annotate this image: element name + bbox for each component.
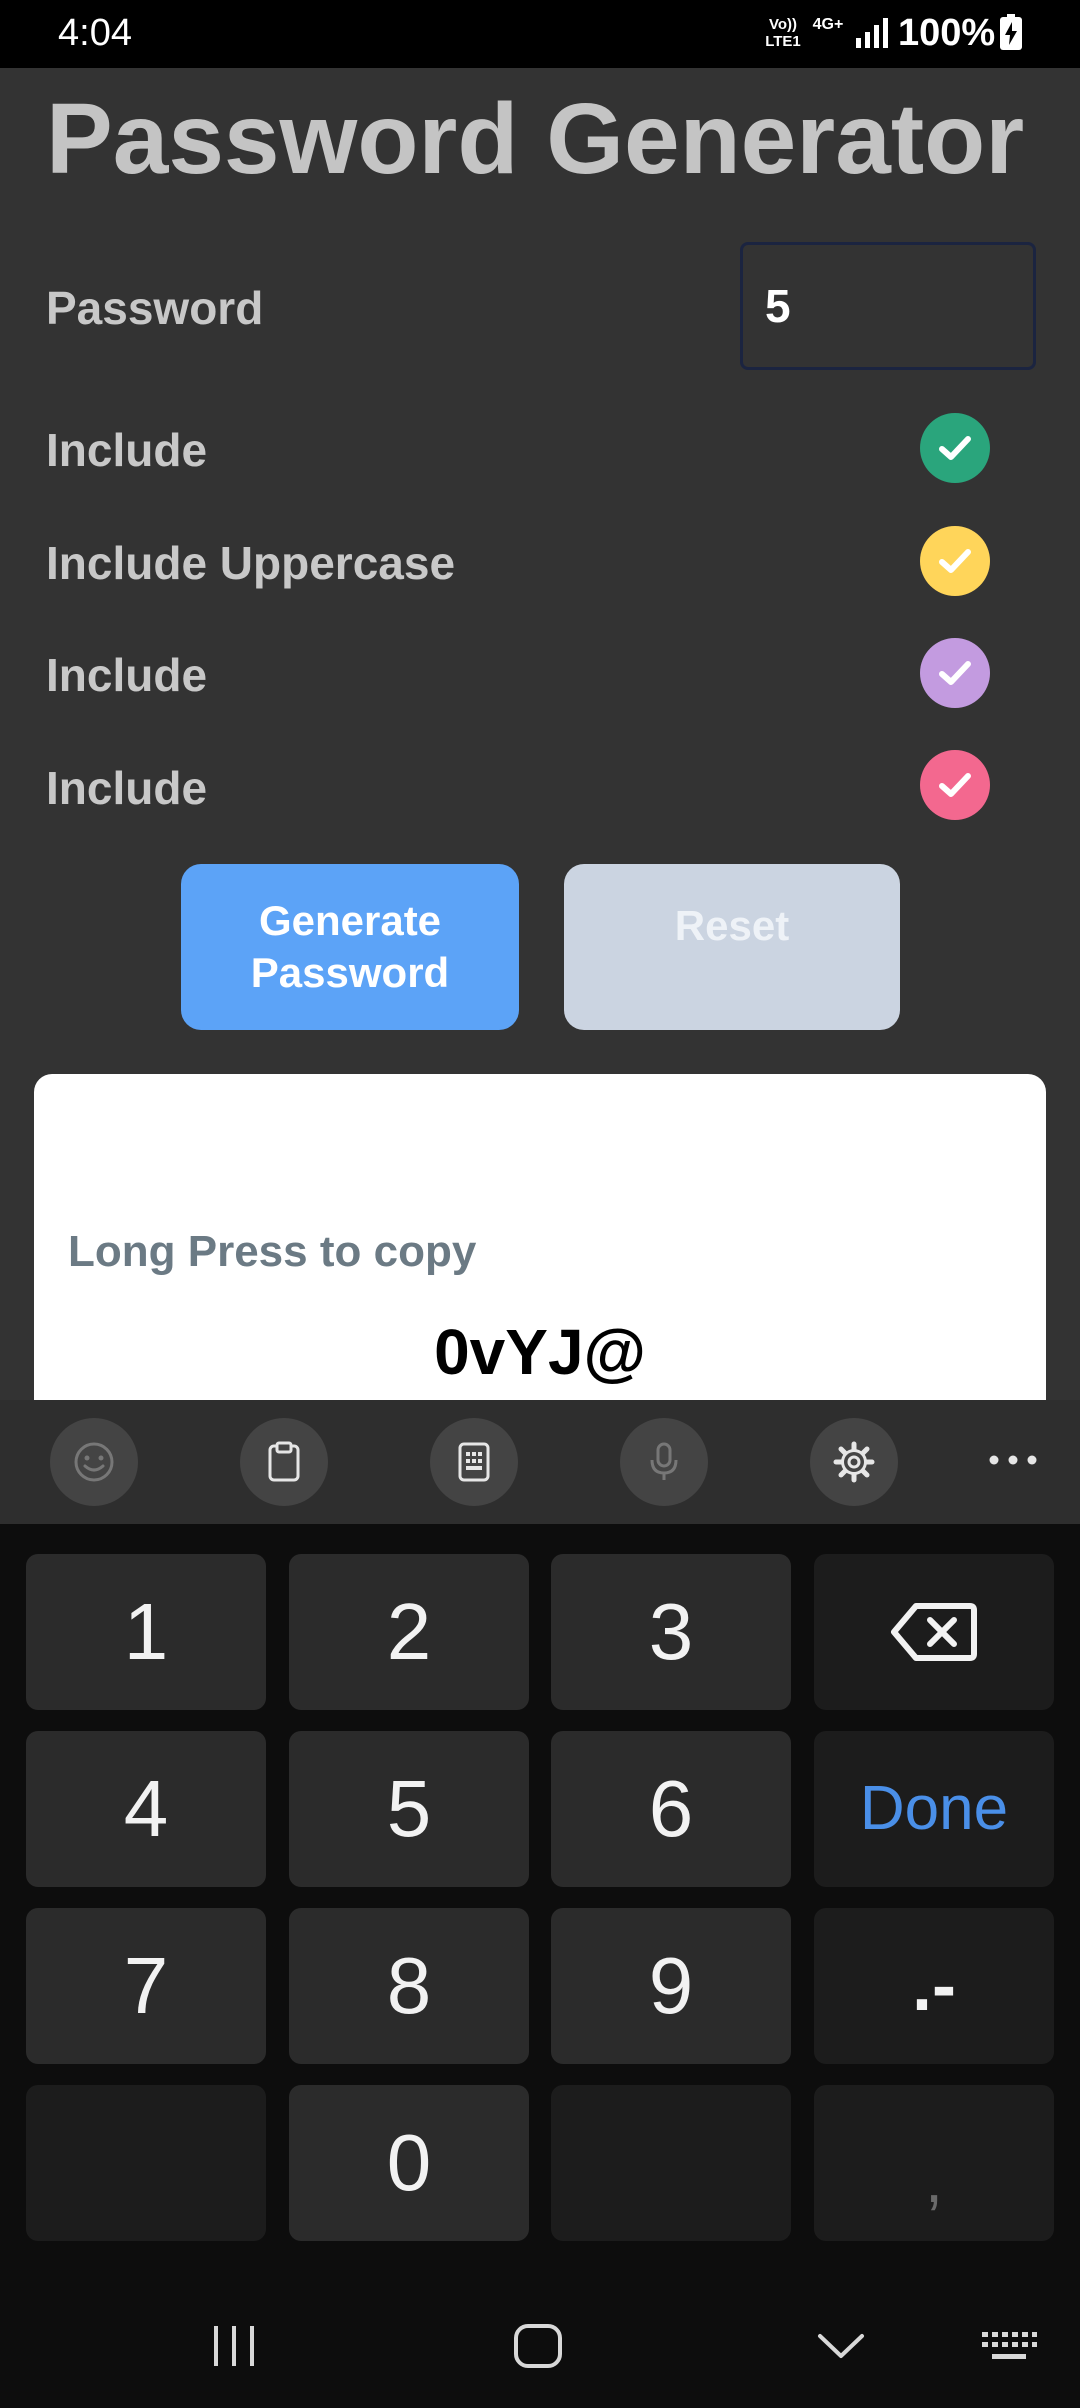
check-icon [939,436,971,460]
key-7[interactable]: 7 [26,1908,266,2064]
key-3[interactable]: 3 [551,1554,791,1710]
recent-apps-icon[interactable] [210,2324,260,2368]
key-8[interactable]: 8 [289,1908,529,2064]
volte-indicator: Vo)) LTE1 [765,16,801,50]
check-icon [939,549,971,573]
numbers-checkbox[interactable] [920,638,990,708]
backspace-key[interactable] [814,1554,1054,1710]
battery-percent: 100% [898,12,996,54]
password-result-card[interactable]: Long Press to copy 0vYJ@ [34,1074,1046,1404]
signal-icon [856,18,888,48]
emoji-icon [74,1442,114,1482]
generate-password-button[interactable]: Generate Password [181,864,519,1030]
key-0[interactable]: 0 [289,2085,529,2241]
more-icon[interactable] [988,1440,1038,1480]
empty-key-right [551,2085,791,2241]
generated-password[interactable]: 0vYJ@ [34,1314,1046,1390]
copy-hint: Long Press to copy [68,1227,477,1276]
comma-key[interactable]: , [814,2085,1054,2241]
settings-button[interactable] [810,1418,898,1506]
dot-dash-key[interactable]: .- [814,1908,1054,2064]
key-9[interactable]: 9 [551,1908,791,2064]
status-time: 4:04 [58,12,132,54]
page-title: Password Generator [46,83,1025,195]
done-key[interactable]: Done [814,1731,1054,1887]
password-length-input[interactable] [740,242,1036,370]
option-label-lowercase: Include [46,424,208,476]
uppercase-checkbox[interactable] [920,526,990,596]
battery-charging-icon [1000,14,1022,50]
voice-input-button[interactable] [620,1418,708,1506]
password-length-label: Password [46,282,264,334]
hide-keyboard-icon[interactable] [816,2330,866,2362]
status-bar: 4:04 Vo)) LTE1 4G+ 100% [0,0,1080,68]
empty-key-left [26,2085,266,2241]
gear-icon [833,1441,875,1483]
key-2[interactable]: 2 [289,1554,529,1710]
keyboard-switch-icon[interactable] [980,2328,1038,2368]
backspace-icon [891,1603,977,1661]
key-6[interactable]: 6 [551,1731,791,1887]
home-icon[interactable] [512,2322,564,2370]
option-label-uppercase: Include Uppercase [46,537,456,589]
keypad-icon [458,1442,490,1482]
keyboard-toolbar [0,1400,1080,1524]
key-4[interactable]: 4 [26,1731,266,1887]
check-icon [939,661,971,685]
key-1[interactable]: 1 [26,1554,266,1710]
clipboard-icon [268,1441,300,1482]
key-5[interactable]: 5 [289,1731,529,1887]
generate-password-label: Generate Password [250,897,450,996]
navigation-bar [0,2244,1080,2408]
keypad-button[interactable] [430,1418,518,1506]
option-label-numbers: Include [46,649,208,701]
clipboard-button[interactable] [240,1418,328,1506]
reset-label: Reset [674,902,790,949]
emoji-button[interactable] [50,1418,138,1506]
microphone-icon [650,1442,678,1480]
network-type-indicator: 4G+ [812,16,844,33]
lowercase-checkbox[interactable] [920,413,990,483]
reset-button[interactable]: Reset [564,864,900,1030]
symbols-checkbox[interactable] [920,750,990,820]
check-icon [939,773,971,797]
option-label-symbols: Include [46,762,208,814]
